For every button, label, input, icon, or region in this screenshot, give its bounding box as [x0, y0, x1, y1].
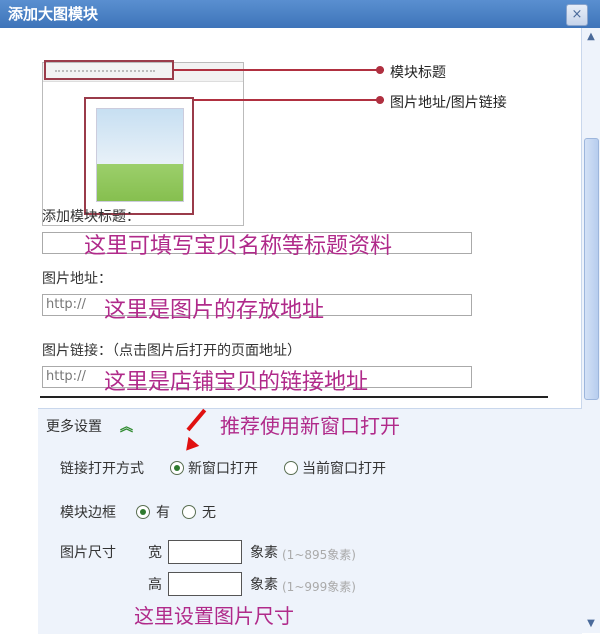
new-window-tip: 推荐使用新窗口打开: [220, 414, 400, 438]
radio-border-yes-label[interactable]: 有: [156, 502, 170, 522]
height-input[interactable]: [168, 572, 242, 596]
size-label: 图片尺寸: [60, 545, 116, 561]
vertical-scrollbar[interactable]: ▲ ▼: [581, 28, 600, 633]
radio-border-yes[interactable]: [136, 505, 150, 519]
image-link-label: 图片链接：（点击图片后打开的页面地址）: [42, 343, 301, 359]
settings-panel: [38, 408, 582, 634]
size-annotation: 这里设置图片尺寸: [134, 604, 294, 628]
height-unit: 象素: [250, 577, 278, 593]
height-label: 高: [148, 577, 162, 593]
title-pointer-line: [174, 69, 384, 71]
dialog-title: 添加大图模块: [8, 5, 99, 23]
dialog-content: 模块标题 图片地址/图片链接 添加模块标题： 这里可填写宝贝名称等标题资料 图片…: [0, 28, 582, 634]
width-hint: (1~895象素): [282, 548, 356, 562]
scroll-thumb[interactable]: [584, 138, 599, 400]
radio-new-window-label[interactable]: 新窗口打开: [188, 458, 258, 478]
image-pointer-dot: [376, 96, 384, 104]
title-highlight-box: [44, 60, 174, 80]
close-icon: ×: [571, 7, 583, 22]
more-settings-toggle[interactable]: 更多设置: [46, 416, 102, 436]
dialog-titlebar: 添加大图模块: [0, 0, 600, 28]
link-open-label: 链接打开方式: [60, 461, 144, 477]
radio-current-window-label[interactable]: 当前窗口打开: [302, 458, 386, 478]
divider: [40, 396, 548, 398]
image-pointer-line: [194, 99, 384, 101]
close-button[interactable]: ×: [566, 4, 588, 26]
title-field-label: 添加模块标题：: [42, 209, 140, 225]
image-url-annotation: 这里是图片的存放地址: [104, 298, 325, 323]
image-pointer-label: 图片地址/图片链接: [390, 95, 507, 111]
image-highlight-box: [84, 97, 194, 215]
border-label: 模块边框: [60, 505, 116, 521]
image-url-label: 图片地址：: [42, 271, 112, 287]
title-pointer-dot: [376, 66, 384, 74]
collapse-icon[interactable]: ︽: [120, 416, 133, 435]
scroll-down-icon[interactable]: ▼: [584, 617, 598, 631]
width-label: 宽: [148, 545, 162, 561]
width-input[interactable]: [168, 540, 242, 564]
radio-border-no[interactable]: [182, 505, 196, 519]
title-annotation: 这里可填写宝贝名称等标题资料: [84, 234, 393, 259]
radio-current-window[interactable]: [284, 461, 298, 475]
width-unit: 象素: [250, 545, 278, 561]
radio-border-no-label[interactable]: 无: [202, 502, 216, 522]
scroll-up-icon[interactable]: ▲: [584, 30, 598, 44]
title-pointer-label: 模块标题: [390, 65, 446, 81]
height-hint: (1~999象素): [282, 580, 356, 594]
radio-new-window[interactable]: [170, 461, 184, 475]
image-link-annotation: 这里是店铺宝贝的链接地址: [104, 370, 369, 395]
